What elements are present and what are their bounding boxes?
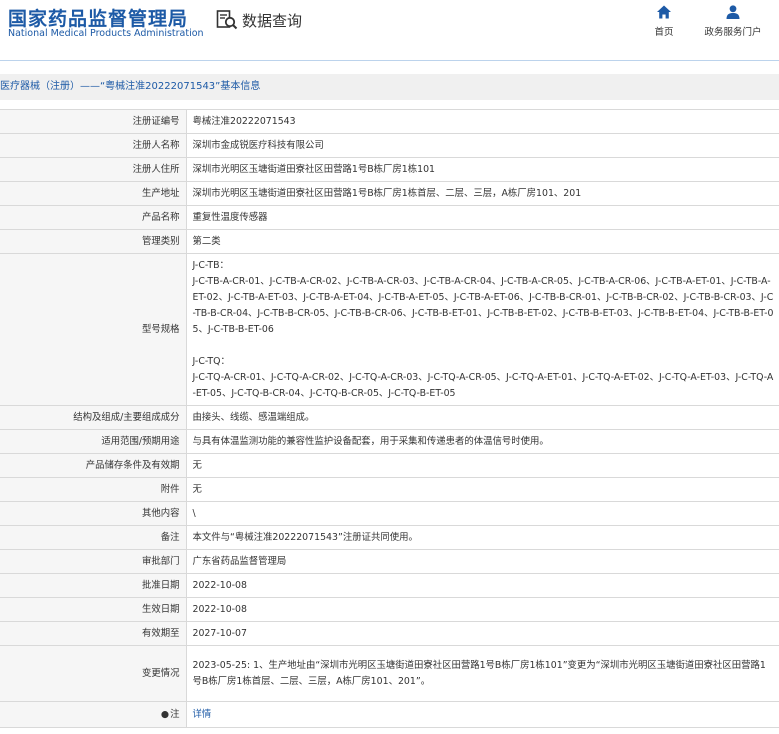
field-value: 2023-05-25: 1、生产地址由“深圳市光明区玉塘街道田寮社区田营路1号B…	[185, 645, 779, 702]
nav-portal[interactable]: 政务服务门户	[700, 4, 766, 38]
field-label: 注	[170, 708, 180, 720]
field-label: 注册证编号	[0, 109, 187, 134]
table-row: 型号规格 J-C-TB： J-C-TB-A-CR-01、J-C-TB-A-CR-…	[0, 253, 779, 406]
field-label: 适用范围/预期用途	[0, 429, 187, 454]
note-label-cell: ●注	[0, 701, 187, 728]
table-row: 管理类别 第二类	[0, 229, 779, 254]
model-group-list: J-C-TQ-A-CR-01、J-C-TQ-A-CR-02、J-C-TQ-A-C…	[192, 371, 774, 399]
field-label: 批准日期	[0, 573, 187, 598]
table-row: ●注 详情	[0, 701, 779, 728]
data-query-title[interactable]: 数据查询	[216, 8, 302, 32]
table-row: 结构及组成/主要组成成分 由接头、线缆、感温端组成。	[0, 405, 779, 430]
field-label: 管理类别	[0, 229, 187, 254]
table-row: 产品名称 重复性温度传感器	[0, 205, 779, 230]
field-label: 产品名称	[0, 205, 187, 230]
org-name-cn[interactable]: 国家药品监督管理局	[8, 4, 188, 31]
field-value: 深圳市光明区玉塘街道田寮社区田营路1号B栋厂房1栋首层、二层、三层，A栋厂房10…	[185, 181, 779, 206]
breadcrumb: 医疗器械（注册）——“粤械注准20222071543”基本信息	[0, 74, 779, 100]
pin-icon: ●	[160, 708, 170, 720]
table-row: 批准日期 2022-10-08	[0, 573, 779, 598]
field-value: 由接头、线缆、感温端组成。	[185, 405, 779, 430]
field-value: 本文件与“粤械注准20222071543”注册证共同使用。	[185, 525, 779, 550]
table-row: 附件 无	[0, 477, 779, 502]
table-row: 生效日期 2022-10-08	[0, 597, 779, 622]
field-value: 无	[185, 453, 779, 478]
field-label: 附件	[0, 477, 187, 502]
nav-home[interactable]: 首页	[650, 4, 678, 38]
home-icon	[657, 5, 671, 19]
field-label: 注册人住所	[0, 157, 187, 182]
detail-table: 注册证编号 粤械注准20222071543 注册人名称 深圳市金成锐医疗科技有限…	[0, 109, 779, 728]
field-value: 深圳市金成锐医疗科技有限公司	[185, 133, 779, 158]
field-label: 审批部门	[0, 549, 187, 574]
field-label: 其他内容	[0, 501, 187, 526]
table-row: 生产地址 深圳市光明区玉塘街道田寮社区田营路1号B栋厂房1栋首层、二层、三层，A…	[0, 181, 779, 206]
table-row: 备注 本文件与“粤械注准20222071543”注册证共同使用。	[0, 525, 779, 550]
table-row: 注册人住所 深圳市光明区玉塘街道田寮社区田营路1号B栋厂房1栋101	[0, 157, 779, 182]
data-query-label: 数据查询	[242, 11, 303, 30]
table-row: 有效期至 2027-10-07	[0, 621, 779, 646]
field-label: 型号规格	[0, 253, 187, 406]
site-header: 国家药品监督管理局 National Medical Products Admi…	[0, 0, 779, 60]
table-row: 审批部门 广东省药品监督管理局	[0, 549, 779, 574]
field-value: 与具有体温监测功能的兼容性监护设备配套，用于采集和传递患者的体温信号时使用。	[185, 429, 779, 454]
field-label: 有效期至	[0, 621, 187, 646]
field-value: 粤械注准20222071543	[185, 109, 779, 134]
field-label: 产品储存条件及有效期	[0, 453, 187, 478]
field-value: \	[185, 501, 779, 526]
model-group-title: J-C-TQ：	[192, 355, 230, 367]
note-value-cell: 详情	[185, 701, 779, 728]
user-icon	[726, 5, 740, 19]
nav-portal-label: 政务服务门户	[704, 27, 762, 38]
data-search-icon	[216, 10, 238, 30]
field-value: 重复性温度传感器	[185, 205, 779, 230]
table-row: 适用范围/预期用途 与具有体温监测功能的兼容性监护设备配套，用于采集和传递患者的…	[0, 429, 779, 454]
model-group-title: J-C-TB：	[192, 259, 229, 271]
table-row: 注册证编号 粤械注准20222071543	[0, 109, 779, 134]
field-label: 结构及组成/主要组成成分	[0, 405, 187, 430]
field-label: 生产地址	[0, 181, 187, 206]
field-value: 2022-10-08	[185, 597, 779, 622]
field-value: 2027-10-07	[185, 621, 779, 646]
table-row: 变更情况 2023-05-25: 1、生产地址由“深圳市光明区玉塘街道田寮社区田…	[0, 645, 779, 702]
table-row: 其他内容 \	[0, 501, 779, 526]
field-value: 深圳市光明区玉塘街道田寮社区田营路1号B栋厂房1栋101	[185, 157, 779, 182]
nav-home-label: 首页	[654, 27, 674, 38]
field-value: 无	[185, 477, 779, 502]
field-value: 广东省药品监督管理局	[185, 549, 779, 574]
field-label: 备注	[0, 525, 187, 550]
org-name-en[interactable]: National Medical Products Administration	[8, 28, 204, 39]
model-spec-value: J-C-TB： J-C-TB-A-CR-01、J-C-TB-A-CR-02、J-…	[185, 253, 779, 406]
model-group-list: J-C-TB-A-CR-01、J-C-TB-A-CR-02、J-C-TB-A-C…	[192, 275, 774, 335]
field-label: 生效日期	[0, 597, 187, 622]
field-value: 第二类	[185, 229, 779, 254]
field-label: 变更情况	[0, 645, 187, 702]
detail-link[interactable]: 详情	[193, 709, 212, 720]
header-divider	[0, 60, 779, 61]
table-row: 产品储存条件及有效期 无	[0, 453, 779, 478]
field-label: 注册人名称	[0, 133, 187, 158]
field-value: 2022-10-08	[185, 573, 779, 598]
table-row: 注册人名称 深圳市金成锐医疗科技有限公司	[0, 133, 779, 158]
